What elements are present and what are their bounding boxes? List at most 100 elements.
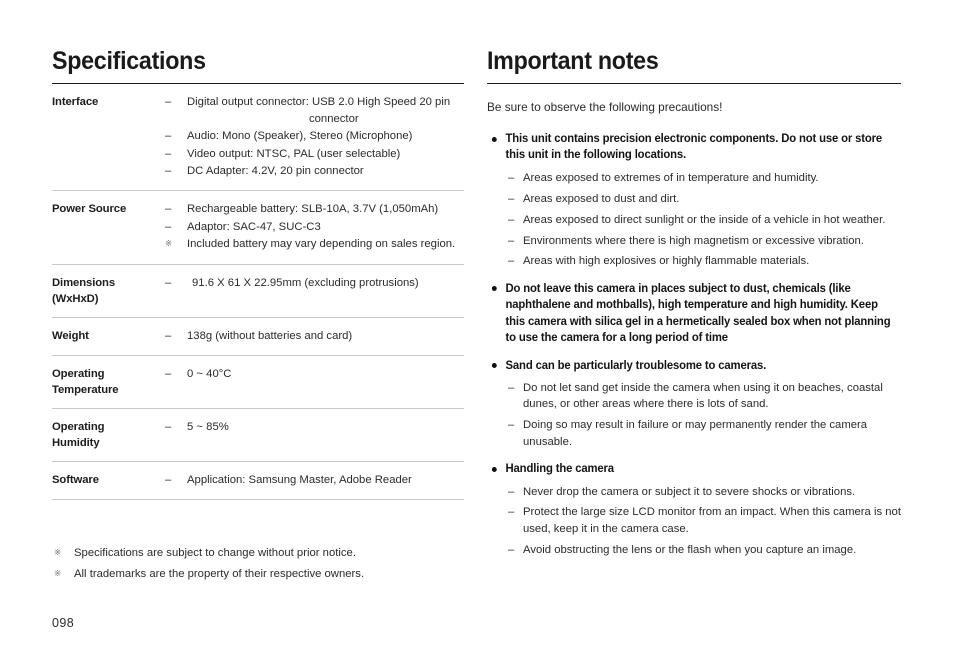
note-sub-list: – Do not let sand get inside the camera w…	[487, 380, 901, 450]
list-item-text: Areas exposed to direct sunlight or the …	[523, 213, 886, 226]
spec-value-text: DC Adapter: 4.2V, 20 pin connector	[187, 165, 364, 177]
spec-label-line: Power Source	[52, 203, 127, 216]
spec-label-line: Operating	[52, 421, 105, 433]
list-item-text: Protect the large size LCD monitor from …	[523, 506, 901, 535]
specifications-footnotes: ※ Specifications are subject to change wi…	[52, 545, 464, 588]
important-notes-title-rule	[487, 82, 901, 84]
note-marker-icon: ※	[54, 547, 62, 557]
note-heading: This unit contains precision electronic …	[487, 131, 891, 164]
spec-value-cell: – Digital output connector: USB 2.0 High …	[165, 83, 464, 192]
dash-marker-icon: –	[165, 329, 172, 342]
dash-marker-icon: –	[508, 234, 515, 247]
list-item-text: Areas exposed to dust and dirt.	[523, 192, 680, 205]
list-item: – Avoid obstructing the lens or the flash…	[487, 542, 901, 558]
note-group: This unit contains precision electronic …	[487, 131, 901, 270]
footnote-item: ※ All trademarks are the property of thei…	[52, 566, 464, 582]
table-row: Interface – Digital output connector: USB …	[52, 83, 464, 192]
spec-value-line: – Application: Samsung Master, Adobe Read…	[165, 472, 464, 488]
spec-value-line: – Rechargeable battery: SLB-10A, 3.7V (1,…	[165, 201, 464, 217]
spec-label-cell: Operating Humidity	[52, 408, 165, 463]
note-group: Sand can be particularly troublesome to …	[487, 358, 901, 450]
page-title-specifications: Specifications	[52, 47, 206, 75]
dash-marker-icon: –	[165, 220, 172, 233]
spec-label-cell: Dimensions (WxHxD)	[52, 264, 165, 318]
note-sub-list: – Never drop the camera or subject it to …	[487, 484, 901, 559]
important-notes-groups: This unit contains precision electronic …	[487, 131, 901, 558]
spec-value-text: Included battery may vary depending on s…	[187, 238, 456, 251]
dash-marker-icon: –	[508, 506, 515, 519]
note-heading-text: Handling the camera	[505, 462, 615, 476]
spec-value-line: – Digital output connector: USB 2.0 High …	[165, 94, 464, 110]
spec-value-cell: – 91.6 X 61 X 22.95mm (excluding protrusi…	[165, 264, 464, 318]
spec-label-line: Humidity	[52, 437, 100, 450]
dash-marker-icon: –	[508, 192, 515, 205]
spec-value-line: – Audio: Mono (Speaker), Stereo (Micropho…	[165, 128, 464, 144]
list-item: – Protect the large size LCD monitor from…	[487, 504, 901, 537]
spec-value-line: – 138g (without batteries and card)	[165, 328, 464, 344]
spec-label-line: Software	[52, 474, 99, 487]
list-item: – Never drop the camera or subject it to …	[487, 484, 901, 500]
note-marker-icon: ※	[165, 238, 173, 249]
dash-marker-icon: –	[508, 419, 515, 432]
spec-value-line: – 0 ~ 40°C	[165, 366, 464, 382]
table-row: Operating Humidity – 5 ~ 85%	[52, 408, 464, 463]
spec-value-text: 5 ~ 85%	[187, 421, 229, 433]
specifications-column: Specifications Interface – Digital output …	[52, 47, 464, 501]
list-item: – Areas with high explosives or highly fl…	[487, 253, 901, 269]
spec-label-line: Interface	[52, 95, 99, 108]
list-item-text: Areas exposed to extremes of in temperat…	[523, 171, 819, 184]
dash-marker-icon: –	[165, 474, 172, 487]
note-heading-text: This unit contains precision electronic …	[505, 132, 883, 162]
spec-label-line: (WxHxD)	[52, 292, 99, 305]
spec-value-line: ※ Included battery may vary depending on …	[165, 236, 464, 252]
document-page: Specifications Interface – Digital output …	[0, 0, 954, 660]
spec-value-line: – 91.6 X 61 X 22.95mm (excluding protrusi…	[165, 275, 464, 291]
dash-marker-icon: –	[165, 367, 172, 380]
spec-value-cell: – Application: Samsung Master, Adobe Read…	[165, 461, 464, 501]
list-item: – Areas exposed to direct sunlight or the…	[487, 212, 901, 228]
important-notes-column: Important notes Be sure to observe the f…	[487, 47, 901, 569]
table-row: Software – Application: Samsung Master, Ad…	[52, 461, 464, 501]
note-group: Do not leave this camera in places subje…	[487, 281, 901, 347]
dash-marker-icon: –	[508, 543, 515, 556]
dash-marker-icon: –	[165, 95, 172, 108]
spec-value-continuation: connector	[309, 112, 359, 125]
bullet-dot-icon	[491, 466, 497, 472]
spec-value-text: Adaptor: SAC-47, SUC-C3	[187, 220, 321, 233]
dash-marker-icon: –	[165, 421, 172, 433]
spec-value-line: – Video output: NTSC, PAL (user selectabl…	[165, 146, 464, 162]
dash-marker-icon: –	[508, 382, 515, 395]
spec-value-cell: – 5 ~ 85%	[165, 408, 464, 463]
spec-value-text: Rechargeable battery: SLB-10A, 3.7V (1,0…	[187, 203, 439, 216]
note-heading: Handling the camera	[487, 461, 891, 477]
spec-label-line: Dimensions	[52, 276, 116, 289]
dash-marker-icon: –	[165, 147, 172, 160]
footnote-text: All trademarks are the property of their…	[74, 568, 365, 581]
spec-value-line: – Adaptor: SAC-47, SUC-C3	[165, 219, 464, 235]
specifications-table: Interface – Digital output connector: USB …	[52, 83, 464, 501]
table-row: Dimensions (WxHxD) – 91.6 X 61 X 22.95mm (e…	[52, 264, 464, 318]
table-row: Power Source – Rechargeable battery: SLB-1…	[52, 190, 464, 265]
bullet-dot-icon	[491, 286, 497, 292]
list-item: – Doing so may result in failure or may p…	[487, 417, 901, 450]
page-number: 098	[52, 616, 75, 630]
spec-value-cell: – 0 ~ 40°C	[165, 355, 464, 410]
dash-marker-icon: –	[165, 130, 172, 143]
dash-marker-icon: –	[165, 165, 172, 177]
table-row: Weight – 138g (without batteries and card)	[52, 317, 464, 356]
table-row: Operating Temperature – 0 ~ 40°C	[52, 355, 464, 410]
important-notes-intro: Be sure to observe the following precaut…	[487, 99, 723, 114]
dash-marker-icon: –	[508, 213, 515, 226]
dash-marker-icon: –	[508, 171, 515, 184]
spec-label-line: Operating	[52, 367, 105, 380]
specifications-table-body: Interface – Digital output connector: USB …	[52, 83, 464, 501]
spec-label-line: Temperature	[52, 383, 119, 396]
spec-label-cell: Operating Temperature	[52, 355, 165, 410]
dash-marker-icon: –	[165, 203, 172, 216]
spec-value-text: 0 ~ 40°C	[187, 367, 232, 380]
spec-label-cell: Weight	[52, 317, 165, 356]
footnote-item: ※ Specifications are subject to change wi…	[52, 545, 464, 561]
bullet-dot-icon	[491, 136, 497, 142]
list-item: – Areas exposed to dust and dirt.	[487, 191, 901, 207]
spec-value-cell: – 138g (without batteries and card)	[165, 317, 464, 356]
